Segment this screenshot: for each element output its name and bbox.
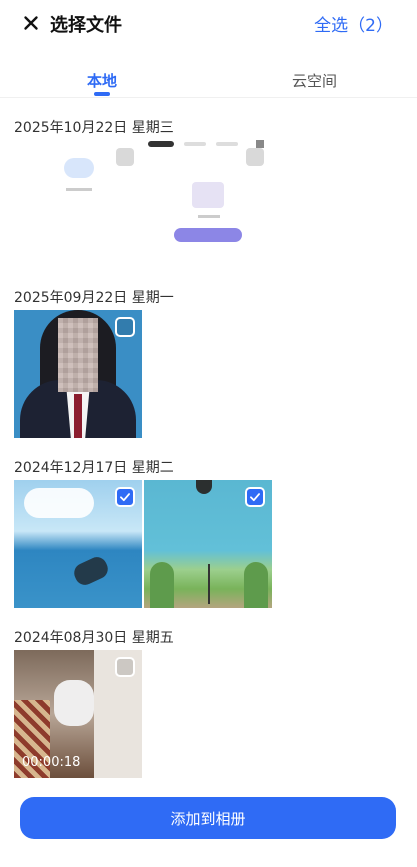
screenshot-content	[66, 188, 92, 191]
select-checkbox[interactable]	[246, 148, 264, 166]
date-header: 2024年08月30日 星期五	[14, 630, 174, 646]
add-to-album-button[interactable]: 添加到相册	[20, 797, 396, 839]
screenshot-content	[256, 140, 264, 148]
select-checkbox-checked[interactable]	[115, 487, 135, 507]
screenshot-content	[184, 142, 206, 146]
select-checkbox[interactable]	[115, 317, 135, 337]
tab-cloud-space[interactable]: 云空间	[292, 70, 337, 91]
tab-local[interactable]: 本地	[87, 70, 117, 91]
photo-content	[24, 488, 94, 518]
photo-content	[70, 553, 112, 589]
screenshot-content	[148, 141, 174, 147]
photo-content	[150, 562, 174, 608]
select-checkbox[interactable]	[115, 657, 135, 677]
mosaic-blur	[58, 318, 98, 392]
select-all-button[interactable]: 全选（2）	[314, 11, 393, 36]
tab-indicator	[94, 92, 110, 96]
check-icon	[250, 493, 260, 502]
photo-thumbnail[interactable]	[144, 480, 272, 608]
date-header: 2025年10月22日 星期三	[14, 120, 174, 136]
video-thumbnail[interactable]: 00:00:18	[14, 650, 142, 778]
photo-content	[244, 562, 268, 608]
tab-bar: 本地 云空间	[0, 64, 417, 98]
select-checkbox[interactable]	[116, 148, 134, 166]
screenshot-content	[174, 228, 242, 242]
screenshot-thumbnail[interactable]	[14, 138, 274, 266]
close-button[interactable]	[20, 12, 42, 34]
screenshot-content	[192, 182, 224, 208]
close-icon	[24, 16, 38, 30]
screenshot-content	[64, 158, 94, 178]
photo-content	[208, 564, 210, 604]
video-duration: 00:00:18	[22, 755, 81, 770]
date-header: 2024年12月17日 星期二	[14, 460, 174, 476]
check-icon	[120, 493, 130, 502]
screenshot-content	[198, 215, 220, 218]
header: 选择文件 全选（2）	[0, 0, 417, 50]
photo-content	[196, 480, 212, 494]
page-title: 选择文件	[50, 15, 122, 36]
photo-content	[74, 394, 82, 438]
video-content	[54, 680, 94, 726]
select-checkbox-checked[interactable]	[245, 487, 265, 507]
photo-thumbnail[interactable]	[14, 480, 142, 608]
photo-thumbnail[interactable]	[14, 310, 142, 438]
date-header: 2025年09月22日 星期一	[14, 290, 174, 306]
screenshot-content	[216, 142, 238, 146]
